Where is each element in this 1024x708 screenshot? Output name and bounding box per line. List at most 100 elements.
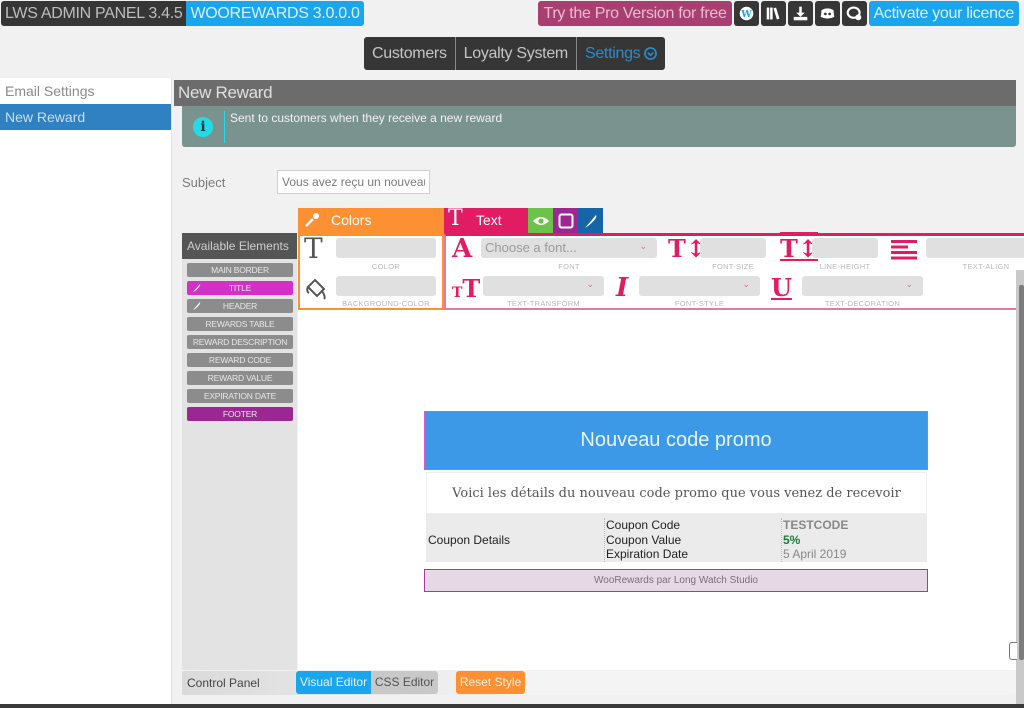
color-input[interactable] xyxy=(336,238,436,258)
text-decoration-select[interactable]: ⌄ xyxy=(802,276,923,296)
chevron-down-circle-icon xyxy=(644,47,658,60)
subject-input[interactable] xyxy=(277,170,430,194)
element-rewards-table[interactable]: REWARDS TABLE xyxy=(187,317,293,331)
sidebar-item-new-reward[interactable]: New Reward xyxy=(0,104,171,130)
info-icon: i xyxy=(193,117,213,137)
tab-feather[interactable] xyxy=(578,208,603,233)
expiration-date-value: 5 April 2019 xyxy=(783,547,847,561)
resize-handle[interactable] xyxy=(1009,642,1017,660)
element-main-border[interactable]: MAIN BORDER xyxy=(187,263,293,277)
settings-sidebar: Email Settings New Reward xyxy=(0,78,172,708)
eye-icon xyxy=(532,216,549,225)
text-transform-select[interactable]: ⌄ xyxy=(483,276,604,296)
nav-settings-label: Settings xyxy=(584,45,641,62)
tab-text-label: Text xyxy=(476,212,502,228)
try-pro-button[interactable]: Try the Pro Version for free xyxy=(538,1,732,26)
element-expiration-date[interactable]: EXPIRATION DATE xyxy=(187,389,293,403)
color-picker-icon xyxy=(305,213,319,227)
sidebar-item-email-settings[interactable]: Email Settings xyxy=(0,78,171,104)
tab-visibility[interactable] xyxy=(528,208,553,233)
css-editor-button[interactable]: CSS Editor xyxy=(371,671,438,694)
element-header-label: HEADER xyxy=(222,301,258,311)
line-height-label: LINE-HEIGHT xyxy=(819,262,871,271)
page-title: New Reward xyxy=(174,80,1016,106)
font-select[interactable]: Choose a font... ⌄ xyxy=(481,238,657,258)
chevron-down-icon: ⌄ xyxy=(586,279,594,289)
email-footer[interactable]: WooRewards par Long Watch Studio xyxy=(424,569,928,592)
tab-colors-label: Colors xyxy=(331,212,372,228)
expiration-date-key: Expiration Date xyxy=(606,547,689,561)
coupon-value-key: Coupon Value xyxy=(606,532,682,547)
chevron-down-icon: ⌄ xyxy=(742,279,750,289)
tab-colors[interactable]: Colors xyxy=(298,208,444,233)
rewards-table[interactable]: Coupon Details Coupon Code Coupon Value … xyxy=(426,514,927,562)
library-icon xyxy=(766,7,780,20)
email-title[interactable]: Nouveau code promo xyxy=(424,411,928,470)
feather-icon xyxy=(193,302,201,310)
coupon-details-label: Coupon Details xyxy=(428,533,511,547)
nav-loyalty-system[interactable]: Loyalty System xyxy=(456,37,577,70)
feather-icon xyxy=(584,214,596,228)
nav-customers[interactable]: Customers xyxy=(364,37,456,70)
font-size-input[interactable] xyxy=(700,238,766,258)
font-style-icon: I xyxy=(616,273,629,303)
subject-label: Subject xyxy=(182,175,226,190)
discord-icon xyxy=(820,8,834,19)
font-icon: A xyxy=(452,234,473,264)
square-icon xyxy=(558,213,573,228)
visual-editor-button[interactable]: Visual Editor xyxy=(296,671,371,694)
support-chat-icon xyxy=(846,6,861,21)
scrollbar-thumb[interactable] xyxy=(1019,285,1024,660)
text-align-input[interactable] xyxy=(926,238,1024,258)
font-style-select[interactable]: ⌄ xyxy=(639,276,760,296)
font-size-label: FONT-SIZE xyxy=(712,262,754,271)
element-reward-code[interactable]: REWARD CODE xyxy=(187,353,293,367)
info-box: i Sent to customers when they receive a … xyxy=(182,106,1016,147)
coupon-values: TESTCODE 5% 5 April 2019 xyxy=(781,518,848,562)
line-height-input[interactable] xyxy=(812,238,878,258)
wordpress-button[interactable]: W xyxy=(733,1,759,26)
nav-settings[interactable]: Settings xyxy=(577,37,665,70)
text-align-icon xyxy=(891,240,917,260)
text-color-icon: T xyxy=(304,232,323,265)
element-header[interactable]: HEADER xyxy=(187,299,293,313)
control-panel-label: Control Panel xyxy=(187,676,260,690)
top-bar: LWS ADMIN PANEL 3.4.5 WOOREWARDS 3.0.0.0… xyxy=(0,0,1024,30)
available-elements-header: Available Elements xyxy=(182,233,297,259)
element-footer[interactable]: FOOTER xyxy=(187,407,293,421)
support-chat-button[interactable] xyxy=(841,1,867,26)
font-label: FONT xyxy=(558,262,580,271)
plugin-name: WOOREWARDS 3.0.0.0 xyxy=(186,1,364,26)
tab-border[interactable] xyxy=(553,208,578,233)
library-button[interactable] xyxy=(760,1,786,26)
coupon-keys: Coupon Code Coupon Value Expiration Date xyxy=(604,518,688,562)
paint-bucket-icon xyxy=(306,278,326,300)
element-reward-description[interactable]: REWARD DESCRIPTION xyxy=(187,335,293,349)
main-nav: Customers Loyalty System Settings xyxy=(364,37,666,70)
colors-panel: T COLOR BACKGROUND-COLOR xyxy=(298,232,444,310)
info-divider xyxy=(224,111,225,143)
chevron-down-icon: ⌄ xyxy=(639,241,647,251)
font-style-label: FONT-STYLE xyxy=(674,299,725,308)
text-align-label: TEXT-ALIGN xyxy=(962,262,1010,271)
coupon-code-key: Coupon Code xyxy=(606,518,681,532)
admin-panel-name: LWS ADMIN PANEL 3.4.5 xyxy=(1,1,187,26)
tab-text[interactable]: T Text xyxy=(444,206,528,233)
bottom-border xyxy=(0,704,1024,708)
discord-button[interactable] xyxy=(814,1,840,26)
background-color-input[interactable] xyxy=(336,276,436,296)
download-button[interactable] xyxy=(787,1,813,26)
element-reward-value[interactable]: REWARD VALUE xyxy=(187,371,293,385)
download-icon xyxy=(793,6,807,21)
wordpress-icon: W xyxy=(739,6,753,21)
top-actions: Try the Pro Version for free W Activate … xyxy=(538,1,1019,26)
coupon-value-value: 5% xyxy=(783,532,801,547)
email-description[interactable]: Voici les détails du nouveau code promo … xyxy=(426,472,927,514)
text-icon: T xyxy=(448,206,463,231)
feather-icon xyxy=(193,284,201,292)
reset-style-button[interactable]: Reset Style xyxy=(456,671,525,694)
element-title-label: TITLE xyxy=(228,283,252,293)
font-placeholder: Choose a font... xyxy=(485,240,577,255)
element-title[interactable]: TITLE xyxy=(187,281,293,295)
activate-licence-button[interactable]: Activate your licence xyxy=(868,1,1019,26)
